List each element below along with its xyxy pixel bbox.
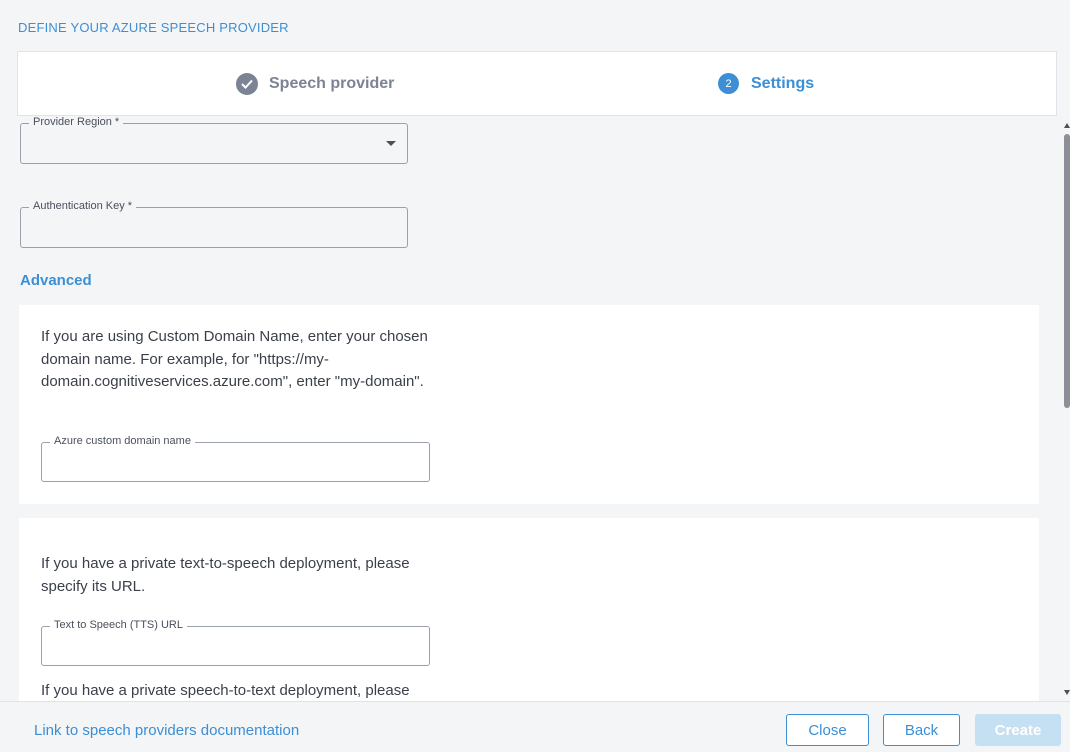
custom-domain-label: Azure custom domain name	[50, 434, 195, 448]
step-number-badge: 2	[718, 73, 739, 94]
custom-domain-description: If you are using Custom Domain Name, ent…	[41, 328, 428, 390]
check-circle-icon	[236, 72, 258, 95]
dropdown-arrow-icon	[386, 141, 396, 146]
provider-region-select[interactable]: Provider Region *	[20, 116, 408, 164]
stepper: Speech provider 2 Settings	[17, 51, 1057, 116]
step-settings[interactable]: 2 Settings	[718, 52, 814, 115]
settings-form: Provider Region * Authentication Key * A…	[0, 116, 1062, 701]
tts-description: If you have a private text-to-speech dep…	[41, 555, 410, 595]
custom-domain-input[interactable]: Azure custom domain name	[41, 434, 430, 482]
scrollbar-thumb[interactable]	[1064, 134, 1070, 408]
scroll-up-icon[interactable]	[1064, 123, 1070, 128]
dialog-title: DEFINE YOUR AZURE SPEECH PROVIDER	[18, 20, 289, 35]
authentication-key-label: Authentication Key *	[29, 199, 137, 213]
step-label: Speech provider	[269, 74, 395, 92]
close-button[interactable]: Close	[786, 714, 869, 746]
custom-domain-card: If you are using Custom Domain Name, ent…	[19, 305, 1039, 504]
stt-description: If you have a private speech-to-text dep…	[41, 682, 410, 699]
documentation-link[interactable]: Link to speech providers documentation	[34, 722, 299, 739]
tts-url-label: Text to Speech (TTS) URL	[50, 618, 187, 632]
provider-region-label: Provider Region *	[29, 116, 124, 129]
scroll-down-icon[interactable]	[1064, 690, 1070, 695]
step-speech-provider[interactable]: Speech provider	[236, 52, 394, 115]
authentication-key-input[interactable]: Authentication Key *	[20, 199, 408, 248]
advanced-toggle[interactable]: Advanced	[20, 272, 92, 289]
create-button[interactable]: Create	[975, 714, 1061, 746]
tts-url-input[interactable]: Text to Speech (TTS) URL	[41, 618, 430, 666]
tts-stt-card: If you have a private text-to-speech dep…	[19, 518, 1039, 701]
dialog-footer: Link to speech providers documentation C…	[0, 701, 1070, 752]
back-button[interactable]: Back	[883, 714, 960, 746]
step-label: Settings	[751, 74, 815, 92]
